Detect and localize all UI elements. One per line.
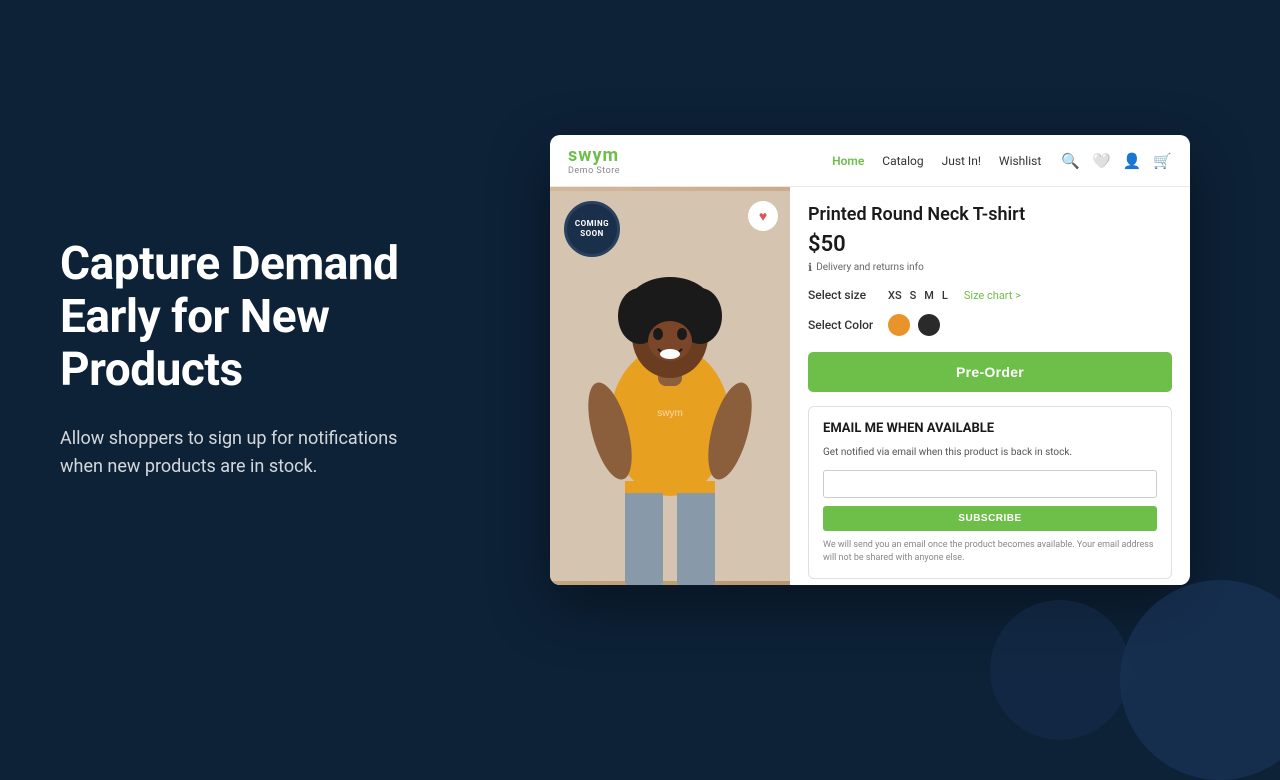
coming-soon-line2: SOON [580, 229, 604, 239]
coming-soon-line1: COMING [575, 219, 609, 229]
store-nav: swym Demo Store Home Catalog Just In! Wi… [550, 135, 1190, 187]
product-image-container: swym COMING SOON ♥ [550, 187, 790, 585]
product-title: Printed Round Neck T-shirt [808, 203, 1172, 226]
size-label: Select size [808, 288, 878, 302]
color-swatch-black[interactable] [918, 314, 940, 336]
store-body: swym COMING SOON ♥ [550, 187, 1190, 585]
nav-wishlist[interactable]: Wishlist [999, 154, 1041, 168]
nav-links: Home Catalog Just In! Wishlist [832, 154, 1041, 168]
cart-icon[interactable]: 🛒 [1153, 152, 1172, 170]
nav-catalog[interactable]: Catalog [882, 154, 923, 168]
email-input[interactable] [823, 470, 1157, 498]
info-icon: ℹ [808, 261, 812, 274]
delivery-info: ℹ Delivery and returns info [808, 261, 1172, 274]
nav-just-in[interactable]: Just In! [942, 154, 981, 168]
wishlist-heart-icon: ♥ [759, 208, 767, 225]
email-notify-title: EMAIL ME WHEN AVAILABLE [823, 421, 1157, 438]
nav-icons: 🔍 🤍 👤 🛒 [1061, 152, 1172, 170]
headline: Capture Demand Early for New Products [60, 238, 430, 397]
heart-nav-icon[interactable]: 🤍 [1092, 152, 1111, 170]
size-row: Select size XS S M L Size chart > [808, 288, 1172, 302]
store-logo: swym Demo Store [568, 145, 620, 176]
preorder-button[interactable]: Pre-Order [808, 352, 1172, 392]
deco-circle-2 [990, 600, 1130, 740]
email-notify-box: EMAIL ME WHEN AVAILABLE Get notified via… [808, 406, 1172, 579]
user-icon[interactable]: 👤 [1123, 152, 1142, 170]
email-disclaimer: We will send you an email once the produ… [823, 539, 1157, 564]
size-chart-link[interactable]: Size chart > [964, 289, 1021, 302]
size-xs[interactable]: XS [888, 289, 902, 302]
coming-soon-badge: COMING SOON [564, 201, 620, 257]
product-price: $50 [808, 232, 1172, 257]
store-mockup: swym Demo Store Home Catalog Just In! Wi… [480, 115, 1280, 605]
product-details: Printed Round Neck T-shirt $50 ℹ Deliver… [790, 187, 1190, 585]
color-row: Select Color [808, 314, 1172, 336]
size-l[interactable]: L [942, 289, 948, 302]
wishlist-button[interactable]: ♥ [748, 201, 778, 231]
email-notify-description: Get notified via email when this product… [823, 446, 1157, 460]
color-label: Select Color [808, 318, 878, 332]
search-icon[interactable]: 🔍 [1061, 152, 1080, 170]
svg-text:swym: swym [657, 408, 683, 419]
color-swatch-orange[interactable] [888, 314, 910, 336]
delivery-info-text: Delivery and returns info [816, 262, 924, 273]
deco-circle-1 [1120, 580, 1280, 780]
size-options: XS S M L [888, 289, 948, 302]
size-m[interactable]: M [924, 289, 934, 302]
store-window: swym Demo Store Home Catalog Just In! Wi… [550, 135, 1190, 585]
logo-sub: Demo Store [568, 166, 620, 176]
left-panel: Capture Demand Early for New Products Al… [0, 178, 480, 542]
description: Allow shoppers to sign up for notificati… [60, 425, 430, 483]
logo-name: swym [568, 145, 620, 166]
subscribe-button[interactable]: SUBSCRIBE [823, 506, 1157, 531]
color-options [888, 314, 940, 336]
size-s[interactable]: S [910, 289, 917, 302]
nav-home[interactable]: Home [832, 154, 864, 168]
